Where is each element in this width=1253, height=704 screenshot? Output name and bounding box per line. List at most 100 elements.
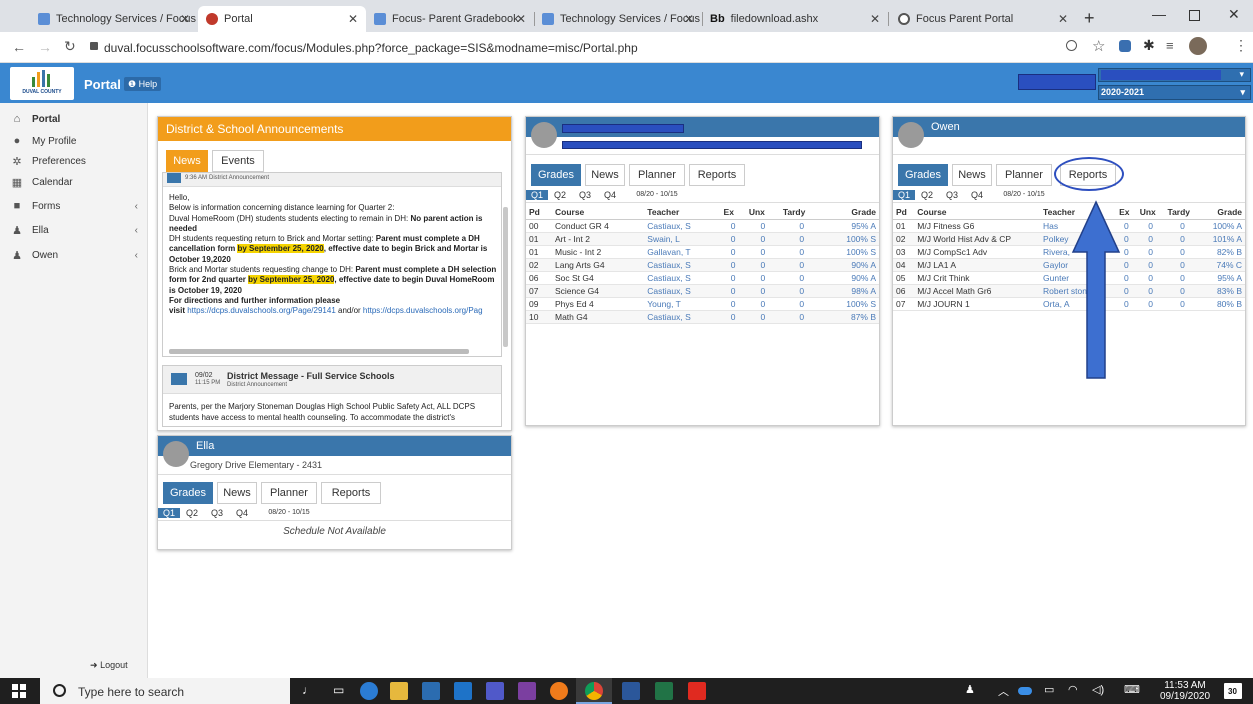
- file-explorer-icon[interactable]: [390, 682, 408, 700]
- table-row[interactable]: 01 Art - Int 2 Swain, L 0 0 0 100% S: [526, 232, 879, 246]
- tab-news[interactable]: News: [166, 150, 208, 172]
- quarter-q2[interactable]: Q2: [915, 190, 939, 200]
- quarter-q2[interactable]: Q2: [548, 190, 572, 200]
- sidebar-item-calendar[interactable]: ▦ Calendar: [0, 171, 148, 193]
- notification-icon[interactable]: 30: [1224, 683, 1242, 699]
- onedrive-icon[interactable]: [1018, 687, 1032, 695]
- puzzle-icon[interactable]: ✱: [1143, 37, 1155, 54]
- horizontal-scrollbar[interactable]: [169, 349, 469, 354]
- extension-icon[interactable]: [1119, 40, 1131, 52]
- cell-grade[interactable]: 100% A: [1200, 219, 1245, 233]
- reading-list-icon[interactable]: ≡: [1166, 38, 1174, 53]
- reload-icon[interactable]: ↻: [64, 38, 76, 55]
- cell-grade[interactable]: 80% B: [1200, 297, 1245, 311]
- table-row[interactable]: 02 Lang Arts G4 Castiaux, S 0 0 0 90% A: [526, 258, 879, 272]
- clock[interactable]: 11:53 AM 09/19/2020: [1156, 680, 1214, 702]
- new-tab-button[interactable]: +: [1084, 8, 1095, 29]
- tab-news[interactable]: News: [217, 482, 257, 504]
- firefox-icon[interactable]: [550, 682, 568, 700]
- tab-grades[interactable]: Grades: [898, 164, 948, 186]
- sidebar-item-forms[interactable]: ■ Forms ‹: [0, 195, 148, 217]
- close-icon[interactable]: ✕: [870, 12, 880, 26]
- cell-grade[interactable]: 90% A: [823, 271, 879, 285]
- table-row[interactable]: 06 Soc St G4 Castiaux, S 0 0 0 90% A: [526, 271, 879, 285]
- cell-teacher[interactable]: Castiaux, S: [644, 310, 721, 324]
- tab-planner[interactable]: Planner: [629, 164, 685, 186]
- chevron-up-icon[interactable]: ︿: [998, 683, 1009, 699]
- cell-grade[interactable]: 100% S: [823, 232, 879, 246]
- tab-news[interactable]: News: [952, 164, 992, 186]
- close-icon[interactable]: ✕: [348, 12, 358, 26]
- microphone-icon[interactable]: ♩: [302, 683, 314, 697]
- browser-tab-active[interactable]: Portal ✕: [198, 6, 366, 32]
- tab-planner[interactable]: Planner: [261, 482, 317, 504]
- chrome-taskbar-button[interactable]: [576, 678, 612, 704]
- tab-events[interactable]: Events: [212, 150, 264, 172]
- browser-tab[interactable]: Technology Services / Focus ✕: [534, 6, 702, 32]
- cell-grade[interactable]: 83% B: [1200, 284, 1245, 298]
- help-button[interactable]: ❶ Help: [124, 77, 162, 91]
- cell-grade[interactable]: 95% A: [823, 219, 879, 233]
- cell-grade[interactable]: 95% A: [1200, 271, 1245, 285]
- cell-grade[interactable]: 100% S: [823, 297, 879, 311]
- zoom-icon[interactable]: [1066, 40, 1077, 51]
- task-view-icon[interactable]: ▭: [333, 683, 344, 697]
- sidebar-item-my-profile[interactable]: ● My Profile: [0, 130, 148, 152]
- cell-grade[interactable]: 82% B: [1200, 245, 1245, 259]
- announcement-link[interactable]: https://dcps.duvalschools.org/Page/29141: [187, 306, 336, 315]
- tab-reports[interactable]: Reports: [321, 482, 381, 504]
- announcement-link[interactable]: https://dcps.duvalschools.org/Pag: [363, 306, 483, 315]
- close-icon[interactable]: ✕: [684, 12, 694, 26]
- teams-icon[interactable]: [486, 682, 504, 700]
- windows-start-icon[interactable]: [12, 684, 26, 698]
- word-icon[interactable]: [622, 682, 640, 700]
- cell-grade[interactable]: 90% A: [823, 258, 879, 272]
- onenote-icon[interactable]: [518, 682, 536, 700]
- close-window-button[interactable]: ✕: [1228, 6, 1240, 23]
- avatar[interactable]: [1189, 37, 1207, 55]
- quarter-q4[interactable]: Q4: [598, 190, 622, 200]
- cell-teacher[interactable]: Castiaux, S: [644, 284, 721, 298]
- close-icon[interactable]: ✕: [1058, 12, 1068, 26]
- table-row[interactable]: 03 M/J CompSc1 Adv Rivera, 0 0 0 82% B: [893, 245, 1245, 259]
- battery-icon[interactable]: ▭: [1044, 683, 1054, 696]
- quarter-q3[interactable]: Q3: [204, 508, 230, 518]
- forward-icon[interactable]: →: [38, 39, 52, 55]
- excel-icon[interactable]: [655, 682, 673, 700]
- quarter-q1[interactable]: Q1: [158, 507, 180, 518]
- tab-grades[interactable]: Grades: [163, 482, 213, 504]
- volume-icon[interactable]: ◁): [1092, 683, 1104, 696]
- quarter-q4[interactable]: Q4: [230, 508, 254, 518]
- table-row[interactable]: 07 M/J JOURN 1 Orta, A 0 0 0 80% B: [893, 297, 1245, 311]
- tab-news[interactable]: News: [585, 164, 625, 186]
- sidebar-item-portal[interactable]: ⌂ Portal: [0, 108, 148, 130]
- cell-teacher[interactable]: Swain, L: [644, 232, 721, 246]
- browser-tab[interactable]: Focus- Parent Gradebook ✕: [366, 6, 534, 32]
- table-row[interactable]: 01 Music - Int 2 Gallavan, T 0 0 0 100% S: [526, 245, 879, 259]
- table-row[interactable]: 07 Science G4 Castiaux, S 0 0 0 98% A: [526, 284, 879, 298]
- table-row[interactable]: 01 M/J Fitness G6 Has 0 0 0 100% A: [893, 219, 1245, 233]
- star-icon[interactable]: ☆: [1092, 37, 1105, 55]
- minimize-button[interactable]: —: [1152, 6, 1166, 22]
- outlook-icon[interactable]: [454, 682, 472, 700]
- menu-icon[interactable]: ⋮: [1234, 37, 1248, 54]
- cell-teacher[interactable]: Castiaux, S: [644, 258, 721, 272]
- maximize-button[interactable]: [1189, 10, 1200, 21]
- district-logo[interactable]: DUVAL COUNTY: [10, 67, 74, 100]
- quarter-q3[interactable]: Q3: [939, 190, 965, 200]
- close-icon[interactable]: ✕: [180, 12, 190, 26]
- tab-planner[interactable]: Planner: [996, 164, 1052, 186]
- taskbar-search[interactable]: Type here to search: [40, 678, 290, 704]
- quarter-q1[interactable]: Q1: [893, 189, 915, 200]
- year-select[interactable]: 2020-2021 ▾: [1098, 85, 1251, 100]
- quarter-q1[interactable]: Q1: [526, 189, 548, 200]
- cell-teacher[interactable]: Gallavan, T: [644, 245, 721, 259]
- sidebar-item-ella[interactable]: ♟ Ella ‹: [0, 219, 148, 241]
- edge-icon[interactable]: [360, 682, 378, 700]
- sidebar-item-owen[interactable]: ♟ Owen ‹: [0, 244, 148, 266]
- school-select[interactable]: ▾: [1098, 68, 1251, 82]
- url-field[interactable]: duval.focusschoolsoftware.com/focus/Modu…: [104, 37, 1064, 59]
- cell-teacher[interactable]: Young, T: [644, 297, 721, 311]
- browser-tab[interactable]: Bb filedownload.ashx ✕: [702, 6, 888, 32]
- close-icon[interactable]: ✕: [516, 12, 526, 26]
